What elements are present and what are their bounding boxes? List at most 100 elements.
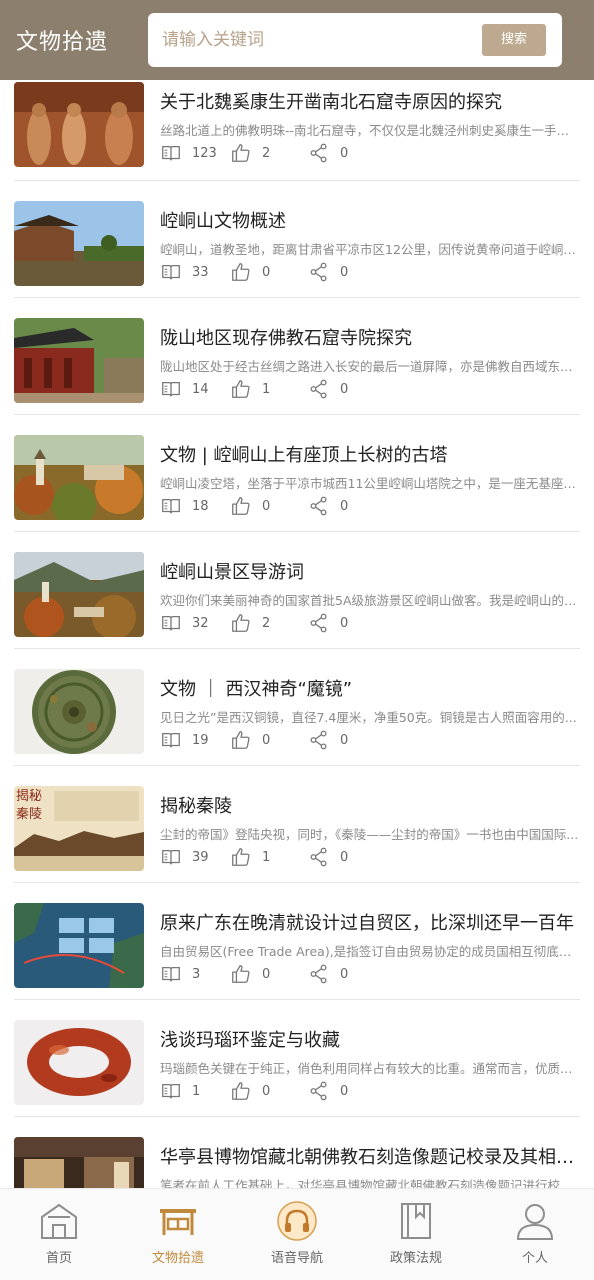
- thumbs-up-icon[interactable]: [230, 846, 252, 868]
- article-item[interactable]: 陇山地区现存佛教石窟寺院探究 陇山地区处于经古丝绸之路进入长安的最后一道屏障，亦…: [0, 304, 594, 421]
- artifacts-icon: [160, 1209, 196, 1235]
- article-thumbnail: [14, 1020, 144, 1105]
- share-count[interactable]: 0: [308, 846, 348, 868]
- share-icon[interactable]: [308, 261, 330, 283]
- book-open-icon: [162, 966, 180, 982]
- like-count[interactable]: 0: [230, 261, 270, 283]
- book-open-icon: [162, 145, 180, 161]
- article-stats: 14 1 0: [160, 378, 580, 400]
- article-summary: 陇山地区处于经古丝绸之路进入长安的最后一道屏障，亦是佛教自西域东传...: [160, 359, 580, 374]
- thumbs-up-icon[interactable]: [230, 612, 252, 634]
- tab-profile[interactable]: 个人: [476, 1189, 594, 1280]
- thumbs-up-icon[interactable]: [230, 142, 252, 164]
- thumbs-up-icon[interactable]: [230, 729, 252, 751]
- book-open-icon: [162, 381, 180, 397]
- like-count[interactable]: 2: [230, 142, 270, 164]
- search-button[interactable]: 搜索: [482, 24, 546, 56]
- article-title[interactable]: 华亭县博物馆藏北朝佛教石刻造像题记校录及其相关问题: [160, 1143, 582, 1169]
- article-thumbnail: [14, 552, 144, 637]
- article-thumbnail: 揭秘 秦陵: [14, 786, 144, 871]
- read-count: 19: [160, 729, 209, 751]
- share-icon[interactable]: [308, 495, 330, 517]
- read-count: 33: [160, 261, 209, 283]
- share-count[interactable]: 0: [308, 378, 348, 400]
- share-count[interactable]: 0: [308, 1080, 348, 1102]
- article-title[interactable]: 关于北魏奚康生开凿南北石窟寺原因的探究: [160, 88, 582, 114]
- headphones-icon: [277, 1201, 317, 1241]
- article-thumbnail: [14, 669, 144, 754]
- book-open-icon: [162, 264, 180, 280]
- share-icon[interactable]: [308, 378, 330, 400]
- share-icon[interactable]: [308, 1080, 330, 1102]
- thumbs-up-icon[interactable]: [230, 1080, 252, 1102]
- book-icon: [401, 1203, 431, 1239]
- like-count[interactable]: 0: [230, 1080, 270, 1102]
- article-thumbnail: [14, 903, 144, 988]
- like-count[interactable]: 2: [230, 612, 270, 634]
- article-title[interactable]: 崆峒山文物概述: [160, 207, 582, 233]
- app-header: 文物拾遗 搜索: [0, 0, 594, 80]
- thumbs-up-icon[interactable]: [230, 261, 252, 283]
- divider: [14, 648, 580, 649]
- article-item[interactable]: 原来广东在晚清就设计过自贸区，比深圳还早一百年 自由贸易区(Free Trade…: [0, 889, 594, 1006]
- share-count[interactable]: 0: [308, 729, 348, 751]
- article-list[interactable]: 关于北魏奚康生开凿南北石窟寺原因的探究 丝路北道上的佛教明珠--南北石窟寺，不仅…: [0, 80, 594, 1188]
- person-icon: [516, 1204, 554, 1240]
- book-open-icon: [162, 732, 180, 748]
- article-item[interactable]: 华亭县博物馆藏北朝佛教石刻造像题记校录及其相关问题 笔者在前人工作基础上，对华亭…: [0, 1123, 594, 1188]
- article-item[interactable]: 文物 | 崆峒山上有座顶上长树的古塔 崆峒山凌空塔，坐落于平凉市城西11公里崆峒…: [0, 421, 594, 538]
- article-title[interactable]: 原来广东在晚清就设计过自贸区，比深圳还早一百年: [160, 909, 582, 935]
- article-item[interactable]: 关于北魏奚康生开凿南北石窟寺原因的探究 丝路北道上的佛教明珠--南北石窟寺，不仅…: [0, 80, 594, 187]
- article-title[interactable]: 文物 ｜ 西汉神奇“魔镜”: [160, 675, 582, 701]
- share-icon[interactable]: [308, 612, 330, 634]
- article-title[interactable]: 陇山地区现存佛教石窟寺院探究: [160, 324, 582, 350]
- search-input[interactable]: [162, 25, 462, 55]
- article-stats: 1 0 0: [160, 1080, 580, 1102]
- article-thumbnail: [14, 318, 144, 403]
- article-thumbnail: [14, 201, 144, 286]
- article-summary: 自由贸易区(Free Trade Area),是指签订自由贸易协定的成员国相互彻…: [160, 944, 580, 959]
- book-open-icon: [162, 615, 180, 631]
- share-icon[interactable]: [308, 846, 330, 868]
- article-item[interactable]: 崆峒山文物概述 崆峒山，道教圣地，距离甘肃省平凉市区12公里，因传说黄帝问道于崆…: [0, 187, 594, 304]
- article-stats: 3 0 0: [160, 963, 580, 985]
- like-count[interactable]: 0: [230, 495, 270, 517]
- article-title[interactable]: 文物 | 崆峒山上有座顶上长树的古塔: [160, 441, 582, 467]
- article-item[interactable]: 文物 ｜ 西汉神奇“魔镜” 见日之光”是西汉铜镜，直径7.4厘米，净重50克。铜…: [0, 655, 594, 772]
- like-count[interactable]: 0: [230, 729, 270, 751]
- search-box: 搜索: [148, 13, 562, 67]
- article-stats: 32 2 0: [160, 612, 580, 634]
- article-summary: 崆峒山，道教圣地，距离甘肃省平凉市区12公里，因传说黄帝问道于崆峒山...: [160, 242, 580, 257]
- share-icon[interactable]: [308, 729, 330, 751]
- read-count: 39: [160, 846, 209, 868]
- like-count[interactable]: 1: [230, 378, 270, 400]
- article-stats: 39 1 0: [160, 846, 580, 868]
- article-title[interactable]: 浅谈玛瑙环鉴定与收藏: [160, 1026, 582, 1052]
- share-count[interactable]: 0: [308, 261, 348, 283]
- book-open-icon: [162, 498, 180, 514]
- thumbs-up-icon[interactable]: [230, 963, 252, 985]
- article-item[interactable]: 崆峒山景区导游词 欢迎你们来美丽神奇的国家首批5A级旅游景区崆峒山做客。我是崆峒…: [0, 538, 594, 655]
- thumbs-up-icon[interactable]: [230, 495, 252, 517]
- like-count[interactable]: 1: [230, 846, 270, 868]
- tab-policies[interactable]: 政策法规: [357, 1189, 475, 1280]
- share-count[interactable]: 0: [308, 495, 348, 517]
- tab-home[interactable]: 首页: [0, 1189, 118, 1280]
- like-count[interactable]: 0: [230, 963, 270, 985]
- share-icon[interactable]: [308, 963, 330, 985]
- tab-audio-guide[interactable]: 语音导航: [238, 1189, 356, 1280]
- article-stats: 123 2 0: [160, 142, 580, 164]
- share-icon[interactable]: [308, 142, 330, 164]
- divider: [14, 297, 580, 298]
- article-title[interactable]: 揭秘秦陵: [160, 792, 582, 818]
- article-item[interactable]: 揭秘 秦陵 揭秘秦陵 尘封的帝国》登陆央视，同时，《秦陵——尘封的帝国》一书也由中…: [0, 772, 594, 889]
- article-title[interactable]: 崆峒山景区导游词: [160, 558, 582, 584]
- article-summary: 笔者在前人工作基础上，对华亭县博物馆藏北朝佛教石刻造像题记进行校录...: [160, 1178, 580, 1188]
- thumbs-up-icon[interactable]: [230, 378, 252, 400]
- tab-artifacts[interactable]: 文物拾遗: [119, 1189, 237, 1280]
- share-count[interactable]: 0: [308, 612, 348, 634]
- read-count: 123: [160, 142, 217, 164]
- share-count[interactable]: 0: [308, 963, 348, 985]
- article-item[interactable]: 浅谈玛瑙环鉴定与收藏 玛瑙颜色关键在于纯正，俏色利用同样占有较大的比重。通常而言…: [0, 1006, 594, 1123]
- share-count[interactable]: 0: [308, 142, 348, 164]
